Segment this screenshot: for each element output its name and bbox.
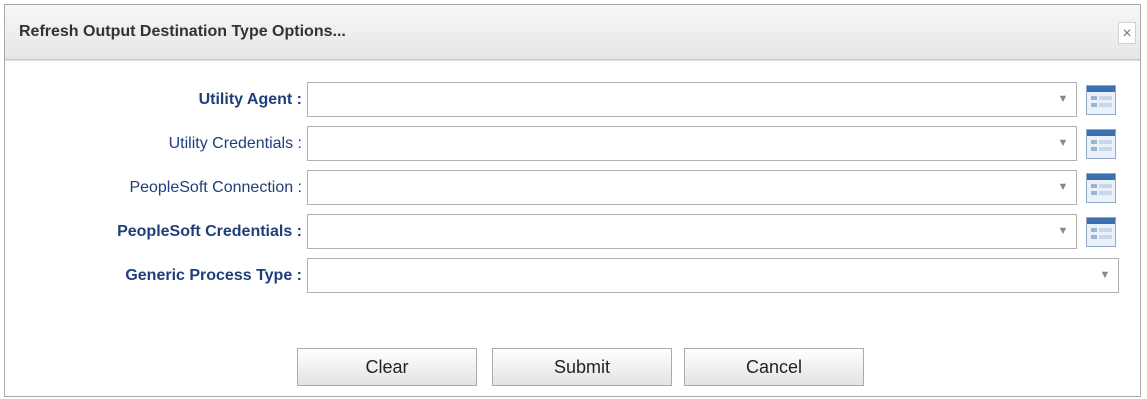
chevron-down-icon[interactable]: ▼ — [1056, 224, 1070, 238]
chevron-down-icon[interactable]: ▼ — [1056, 180, 1070, 194]
list-lookup-icon[interactable] — [1086, 129, 1116, 159]
chevron-down-icon[interactable]: ▼ — [1056, 136, 1070, 150]
peoplesoft-connection-label: PeopleSoft Connection : — [129, 179, 302, 196]
peoplesoft-credentials-select[interactable]: ▼ — [307, 214, 1077, 249]
utility-agent-label: Utility Agent : — [198, 91, 302, 108]
list-lookup-icon[interactable] — [1086, 85, 1116, 115]
utility-agent-row: Utility Agent : ▼ — [5, 82, 1140, 118]
chevron-down-icon[interactable]: ▼ — [1056, 92, 1070, 106]
utility-credentials-row: Utility Credentials : ▼ — [5, 126, 1140, 162]
peoplesoft-credentials-row: PeopleSoft Credentials : ▼ — [5, 214, 1140, 250]
dialog-body: Utility Agent : ▼ Utility Credentials : … — [5, 60, 1140, 396]
dialog-title: Refresh Output Destination Type Options.… — [19, 23, 346, 40]
list-lookup-icon[interactable] — [1086, 173, 1116, 203]
generic-process-type-row: Generic Process Type : ▼ — [5, 258, 1140, 294]
clear-button[interactable]: Clear — [297, 348, 477, 386]
refresh-options-dialog: Refresh Output Destination Type Options.… — [4, 4, 1141, 397]
cancel-button[interactable]: Cancel — [684, 348, 864, 386]
utility-credentials-select[interactable]: ▼ — [307, 126, 1077, 161]
peoplesoft-connection-select[interactable]: ▼ — [307, 170, 1077, 205]
list-lookup-icon[interactable] — [1086, 217, 1116, 247]
close-icon[interactable]: × — [1118, 22, 1136, 44]
dialog-titlebar[interactable]: Refresh Output Destination Type Options.… — [5, 5, 1140, 60]
utility-credentials-label: Utility Credentials : — [168, 135, 302, 152]
peoplesoft-credentials-label: PeopleSoft Credentials : — [117, 223, 302, 240]
utility-agent-select[interactable]: ▼ — [307, 82, 1077, 117]
chevron-down-icon[interactable]: ▼ — [1098, 268, 1112, 282]
generic-process-type-select[interactable]: ▼ — [307, 258, 1119, 293]
peoplesoft-connection-row: PeopleSoft Connection : ▼ — [5, 170, 1140, 206]
submit-button[interactable]: Submit — [492, 348, 672, 386]
generic-process-type-label: Generic Process Type : — [125, 267, 302, 284]
